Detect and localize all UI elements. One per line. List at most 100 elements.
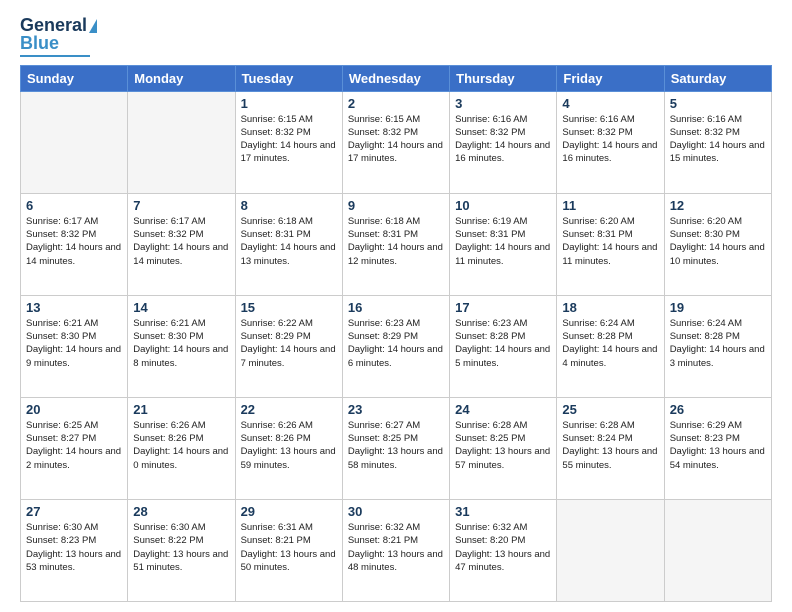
day-number: 22	[241, 402, 337, 417]
calendar-week-2: 6 Sunrise: 6:17 AM Sunset: 8:32 PM Daylig…	[21, 193, 772, 295]
calendar-cell: 10 Sunrise: 6:19 AM Sunset: 8:31 PM Dayli…	[450, 193, 557, 295]
day-number: 24	[455, 402, 551, 417]
calendar-cell	[664, 499, 771, 601]
day-number: 26	[670, 402, 766, 417]
day-info: Sunrise: 6:18 AM Sunset: 8:31 PM Dayligh…	[241, 215, 337, 268]
calendar-table: SundayMondayTuesdayWednesdayThursdayFrid…	[20, 65, 772, 602]
day-number: 27	[26, 504, 122, 519]
calendar-cell	[557, 499, 664, 601]
day-number: 5	[670, 96, 766, 111]
day-number: 7	[133, 198, 229, 213]
day-number: 4	[562, 96, 658, 111]
day-number: 8	[241, 198, 337, 213]
day-info: Sunrise: 6:32 AM Sunset: 8:20 PM Dayligh…	[455, 521, 551, 574]
day-info: Sunrise: 6:24 AM Sunset: 8:28 PM Dayligh…	[562, 317, 658, 370]
day-number: 17	[455, 300, 551, 315]
calendar-week-4: 20 Sunrise: 6:25 AM Sunset: 8:27 PM Dayli…	[21, 397, 772, 499]
day-info: Sunrise: 6:30 AM Sunset: 8:22 PM Dayligh…	[133, 521, 229, 574]
calendar-cell: 17Sunrise: 6:23 AM Sunset: 8:28 PM Dayli…	[450, 295, 557, 397]
calendar-cell	[21, 91, 128, 193]
calendar-cell: 4 Sunrise: 6:16 AM Sunset: 8:32 PM Daylig…	[557, 91, 664, 193]
calendar-cell: 8 Sunrise: 6:18 AM Sunset: 8:31 PM Daylig…	[235, 193, 342, 295]
calendar-cell: 9 Sunrise: 6:18 AM Sunset: 8:31 PM Daylig…	[342, 193, 449, 295]
day-number: 30	[348, 504, 444, 519]
calendar-cell: 18 Sunrise: 6:24 AM Sunset: 8:28 PM Dayli…	[557, 295, 664, 397]
day-number: 15	[241, 300, 337, 315]
logo: General Blue	[20, 16, 97, 57]
weekday-header-thursday: Thursday	[450, 65, 557, 91]
day-number: 2	[348, 96, 444, 111]
day-info: Sunrise: 6:16 AM Sunset: 8:32 PM Dayligh…	[670, 113, 766, 166]
calendar-cell: 15Sunrise: 6:22 AM Sunset: 8:29 PM Dayli…	[235, 295, 342, 397]
calendar-cell: 5 Sunrise: 6:16 AM Sunset: 8:32 PM Daylig…	[664, 91, 771, 193]
weekday-header-saturday: Saturday	[664, 65, 771, 91]
day-info: Sunrise: 6:28 AM Sunset: 8:25 PM Dayligh…	[455, 419, 551, 472]
day-number: 1	[241, 96, 337, 111]
logo-triangle-icon	[89, 19, 97, 33]
calendar-cell: 14Sunrise: 6:21 AM Sunset: 8:30 PM Dayli…	[128, 295, 235, 397]
weekday-header-friday: Friday	[557, 65, 664, 91]
page: General Blue SundayMondayTuesdayWednesda…	[0, 0, 792, 612]
day-info: Sunrise: 6:21 AM Sunset: 8:30 PM Dayligh…	[26, 317, 122, 370]
day-number: 3	[455, 96, 551, 111]
day-info: Sunrise: 6:28 AM Sunset: 8:24 PM Dayligh…	[562, 419, 658, 472]
day-number: 25	[562, 402, 658, 417]
day-number: 31	[455, 504, 551, 519]
calendar-cell: 16Sunrise: 6:23 AM Sunset: 8:29 PM Dayli…	[342, 295, 449, 397]
day-info: Sunrise: 6:15 AM Sunset: 8:32 PM Dayligh…	[348, 113, 444, 166]
day-info: Sunrise: 6:18 AM Sunset: 8:31 PM Dayligh…	[348, 215, 444, 268]
calendar-header: SundayMondayTuesdayWednesdayThursdayFrid…	[21, 65, 772, 91]
day-info: Sunrise: 6:29 AM Sunset: 8:23 PM Dayligh…	[670, 419, 766, 472]
day-info: Sunrise: 6:16 AM Sunset: 8:32 PM Dayligh…	[562, 113, 658, 166]
day-number: 9	[348, 198, 444, 213]
weekday-header-wednesday: Wednesday	[342, 65, 449, 91]
calendar-cell: 24 Sunrise: 6:28 AM Sunset: 8:25 PM Dayli…	[450, 397, 557, 499]
day-info: Sunrise: 6:24 AM Sunset: 8:28 PM Dayligh…	[670, 317, 766, 370]
calendar-cell: 30 Sunrise: 6:32 AM Sunset: 8:21 PM Dayli…	[342, 499, 449, 601]
calendar-week-1: 1 Sunrise: 6:15 AM Sunset: 8:32 PM Daylig…	[21, 91, 772, 193]
calendar-cell: 20 Sunrise: 6:25 AM Sunset: 8:27 PM Dayli…	[21, 397, 128, 499]
calendar-cell: 25 Sunrise: 6:28 AM Sunset: 8:24 PM Dayli…	[557, 397, 664, 499]
header: General Blue	[20, 16, 772, 57]
day-info: Sunrise: 6:19 AM Sunset: 8:31 PM Dayligh…	[455, 215, 551, 268]
day-number: 11	[562, 198, 658, 213]
day-number: 28	[133, 504, 229, 519]
day-number: 18	[562, 300, 658, 315]
calendar-body: 1 Sunrise: 6:15 AM Sunset: 8:32 PM Daylig…	[21, 91, 772, 601]
calendar-cell: 13Sunrise: 6:21 AM Sunset: 8:30 PM Dayli…	[21, 295, 128, 397]
calendar-cell: 1 Sunrise: 6:15 AM Sunset: 8:32 PM Daylig…	[235, 91, 342, 193]
day-info: Sunrise: 6:23 AM Sunset: 8:29 PM Dayligh…	[348, 317, 444, 370]
calendar-cell: 26 Sunrise: 6:29 AM Sunset: 8:23 PM Dayli…	[664, 397, 771, 499]
calendar-cell: 22 Sunrise: 6:26 AM Sunset: 8:26 PM Dayli…	[235, 397, 342, 499]
day-info: Sunrise: 6:27 AM Sunset: 8:25 PM Dayligh…	[348, 419, 444, 472]
day-info: Sunrise: 6:31 AM Sunset: 8:21 PM Dayligh…	[241, 521, 337, 574]
day-info: Sunrise: 6:17 AM Sunset: 8:32 PM Dayligh…	[133, 215, 229, 268]
day-info: Sunrise: 6:15 AM Sunset: 8:32 PM Dayligh…	[241, 113, 337, 166]
calendar-cell: 28 Sunrise: 6:30 AM Sunset: 8:22 PM Dayli…	[128, 499, 235, 601]
day-number: 20	[26, 402, 122, 417]
calendar-cell: 7 Sunrise: 6:17 AM Sunset: 8:32 PM Daylig…	[128, 193, 235, 295]
day-number: 29	[241, 504, 337, 519]
day-info: Sunrise: 6:16 AM Sunset: 8:32 PM Dayligh…	[455, 113, 551, 166]
calendar-cell: 11 Sunrise: 6:20 AM Sunset: 8:31 PM Dayli…	[557, 193, 664, 295]
weekday-header-tuesday: Tuesday	[235, 65, 342, 91]
day-info: Sunrise: 6:20 AM Sunset: 8:31 PM Dayligh…	[562, 215, 658, 268]
day-number: 23	[348, 402, 444, 417]
weekday-header-sunday: Sunday	[21, 65, 128, 91]
day-info: Sunrise: 6:32 AM Sunset: 8:21 PM Dayligh…	[348, 521, 444, 574]
calendar-cell: 2 Sunrise: 6:15 AM Sunset: 8:32 PM Daylig…	[342, 91, 449, 193]
day-number: 6	[26, 198, 122, 213]
day-number: 10	[455, 198, 551, 213]
day-info: Sunrise: 6:17 AM Sunset: 8:32 PM Dayligh…	[26, 215, 122, 268]
day-info: Sunrise: 6:26 AM Sunset: 8:26 PM Dayligh…	[133, 419, 229, 472]
logo-text-blue: Blue	[20, 34, 59, 54]
calendar-cell	[128, 91, 235, 193]
calendar-week-5: 27Sunrise: 6:30 AM Sunset: 8:23 PM Dayli…	[21, 499, 772, 601]
day-info: Sunrise: 6:26 AM Sunset: 8:26 PM Dayligh…	[241, 419, 337, 472]
weekday-header-row: SundayMondayTuesdayWednesdayThursdayFrid…	[21, 65, 772, 91]
calendar-cell: 27Sunrise: 6:30 AM Sunset: 8:23 PM Dayli…	[21, 499, 128, 601]
calendar-cell: 3 Sunrise: 6:16 AM Sunset: 8:32 PM Daylig…	[450, 91, 557, 193]
weekday-header-monday: Monday	[128, 65, 235, 91]
day-number: 12	[670, 198, 766, 213]
day-info: Sunrise: 6:25 AM Sunset: 8:27 PM Dayligh…	[26, 419, 122, 472]
